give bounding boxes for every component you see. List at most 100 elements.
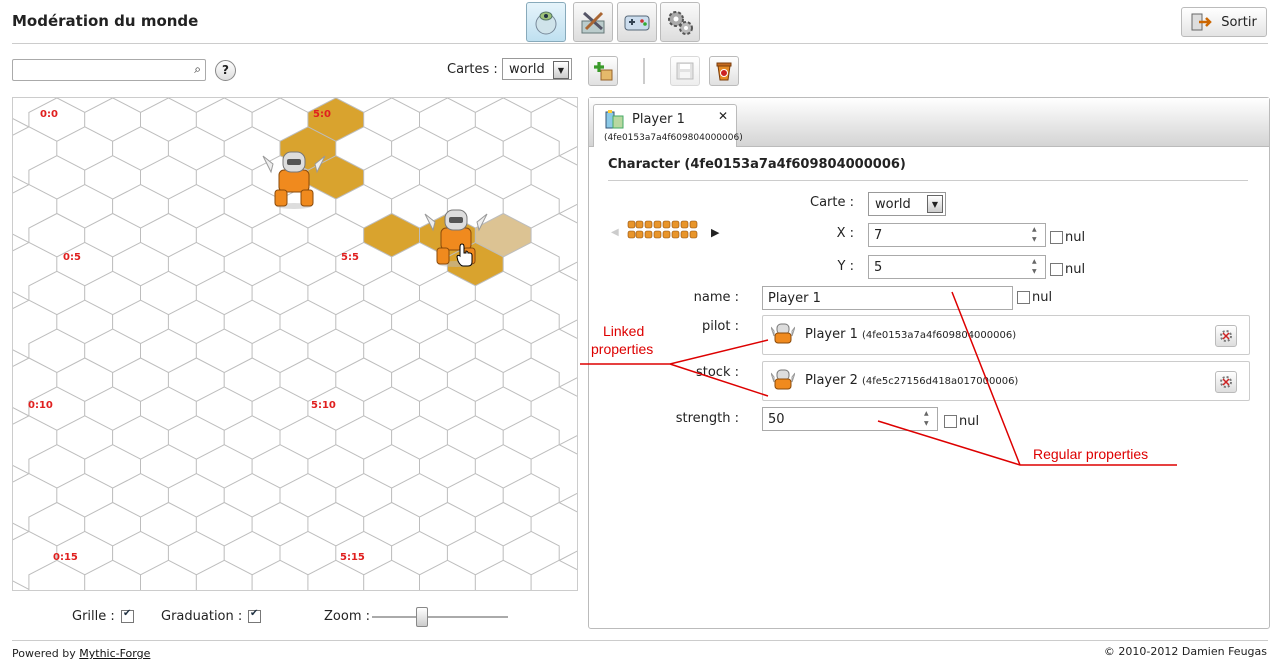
stock-linked-item[interactable]: Player 2 (4fe5c27156d418a017000006) bbox=[762, 361, 1250, 401]
logout-button[interactable]: Sortir bbox=[1181, 7, 1267, 37]
map-coord-label: 5:15 bbox=[340, 552, 365, 563]
map-field-label: Carte : bbox=[810, 195, 854, 210]
footer-divider bbox=[12, 640, 1268, 641]
name-null-checkbox[interactable] bbox=[1017, 291, 1030, 304]
map-coord-label: 5:5 bbox=[341, 252, 359, 263]
chevron-down-icon[interactable]: ▼ bbox=[927, 195, 943, 213]
map-coord-label: 0:15 bbox=[53, 552, 78, 563]
zoom-label: Zoom : bbox=[324, 609, 370, 624]
settings-tab-button[interactable] bbox=[660, 2, 700, 42]
strength-null-label: nul bbox=[959, 414, 980, 429]
y-null-checkbox[interactable] bbox=[1050, 263, 1063, 276]
copyright: © 2010-2012 Damien Feugas bbox=[1103, 645, 1267, 658]
map-coord-label: 5:0 bbox=[313, 109, 331, 120]
stock-field-label: stock : bbox=[695, 365, 739, 380]
search-input[interactable] bbox=[16, 60, 184, 78]
strength-input[interactable]: 50 ▲ ▼ bbox=[762, 407, 938, 431]
tab-subtitle: (4fe0153a7a4f609804000006) bbox=[604, 133, 743, 143]
map-coord-label: 5:10 bbox=[311, 400, 336, 411]
builder-icon bbox=[581, 11, 605, 34]
graduation-label: Graduation : bbox=[161, 609, 243, 624]
maps-select-value: world bbox=[509, 61, 545, 77]
grid-label: Grille : bbox=[72, 609, 115, 624]
strength-stepper[interactable]: ▲ ▼ bbox=[924, 410, 935, 428]
x-null-checkbox[interactable] bbox=[1050, 231, 1063, 244]
settings-icon bbox=[668, 11, 693, 35]
unlink-icon bbox=[1220, 330, 1232, 342]
x-field-label: X : bbox=[836, 226, 854, 241]
logout-label: Sortir bbox=[1221, 14, 1257, 30]
zoom-slider-track[interactable] bbox=[372, 616, 508, 618]
y-field-label: Y : bbox=[837, 259, 854, 274]
x-input-value: 7 bbox=[874, 227, 883, 243]
moderation-tab-button[interactable] bbox=[526, 2, 566, 42]
linked-properties-annotation: Linked bbox=[603, 323, 645, 339]
tab-player-1[interactable]: Player 1 (4fe0153a7a4f609804000006) ✕ bbox=[593, 104, 743, 147]
character-type-icon bbox=[605, 110, 624, 129]
character-avatar-icon bbox=[771, 323, 795, 344]
map-coord-label: 0:5 bbox=[63, 252, 81, 263]
detail-panel: Player 1 (4fe0153a7a4f609804000006) ✕ Ch… bbox=[588, 97, 1270, 629]
chevron-down-icon[interactable]: ▼ bbox=[553, 61, 569, 79]
pilot-linked-item[interactable]: Player 1 (4fe0153a7a4f609804000006) bbox=[762, 315, 1250, 355]
trash-icon bbox=[716, 62, 732, 81]
linked-properties-annotation-line2: properties bbox=[591, 341, 654, 357]
previous-sprite-icon[interactable]: ◀ bbox=[611, 227, 619, 238]
name-input-value: Player 1 bbox=[768, 290, 821, 306]
tab-title: Player 1 bbox=[632, 112, 685, 127]
zoom-slider-handle[interactable] bbox=[416, 607, 429, 627]
stock-linked-name: Player 2 (4fe5c27156d418a017000006) bbox=[805, 373, 1019, 388]
tab-bar: Player 1 (4fe0153a7a4f609804000006) ✕ bbox=[589, 98, 1269, 147]
moderation-icon bbox=[535, 11, 557, 35]
maps-select[interactable]: world ▼ bbox=[502, 58, 572, 80]
strength-input-value: 50 bbox=[768, 411, 785, 427]
save-button[interactable] bbox=[670, 56, 700, 86]
graduation-checkbox[interactable] bbox=[248, 608, 261, 623]
x-stepper[interactable]: ▲ ▼ bbox=[1032, 226, 1043, 244]
close-icon[interactable]: ✕ bbox=[718, 109, 728, 123]
x-null-label: nul bbox=[1065, 230, 1086, 245]
y-null-label: nul bbox=[1065, 262, 1086, 277]
pilot-field-label: pilot : bbox=[701, 319, 739, 334]
map-field-value: world bbox=[875, 196, 911, 212]
hex-grid[interactable]: 0:0 5:0 0:5 5:5 0:10 5:10 0:15 5:15 bbox=[13, 98, 577, 590]
mythic-forge-link[interactable]: Mythic-Forge bbox=[79, 647, 150, 660]
game-tab-button[interactable] bbox=[617, 2, 657, 42]
strength-field-label: strength : bbox=[675, 411, 739, 426]
y-stepper[interactable]: ▲ ▼ bbox=[1032, 258, 1043, 276]
search-icon[interactable]: ⌕ bbox=[194, 62, 201, 77]
details-heading: Character (4fe0153a7a4f609804000006) bbox=[608, 157, 906, 172]
maps-label: Cartes : bbox=[447, 62, 498, 77]
pilot-unlink-button[interactable] bbox=[1215, 325, 1237, 347]
search-field[interactable]: ⌕ bbox=[12, 59, 206, 81]
name-input[interactable]: Player 1 bbox=[762, 286, 1013, 310]
delete-button[interactable] bbox=[709, 56, 739, 86]
y-input[interactable]: 5 ▲ ▼ bbox=[868, 255, 1046, 279]
stock-unlink-button[interactable] bbox=[1215, 371, 1237, 393]
game-icon bbox=[624, 15, 650, 31]
hex-map[interactable]: 0:0 5:0 0:5 5:5 0:10 5:10 0:15 5:15 bbox=[12, 97, 578, 591]
grid-checkbox[interactable] bbox=[121, 608, 134, 623]
map-coord-label: 0:10 bbox=[28, 400, 53, 411]
toolbar-separator bbox=[643, 58, 645, 84]
y-input-value: 5 bbox=[874, 259, 883, 275]
powered-by: Powered by Mythic-Forge bbox=[12, 647, 151, 660]
help-button[interactable]: ? bbox=[215, 60, 236, 81]
page-title: Modération du monde bbox=[12, 12, 199, 30]
add-icon bbox=[594, 62, 613, 81]
map-coord-label: 0:0 bbox=[40, 109, 58, 120]
header-divider bbox=[12, 43, 1268, 44]
next-sprite-icon[interactable]: ▶ bbox=[711, 226, 719, 239]
x-input[interactable]: 7 ▲ ▼ bbox=[868, 223, 1046, 247]
logout-icon bbox=[1191, 13, 1212, 31]
save-icon bbox=[676, 62, 694, 80]
add-button[interactable] bbox=[588, 56, 618, 86]
unlink-icon bbox=[1220, 376, 1232, 388]
regular-properties-annotation: Regular properties bbox=[1033, 446, 1149, 462]
name-field-label: name : bbox=[693, 290, 739, 305]
sprite-sheet-preview bbox=[627, 220, 698, 239]
character-avatar-icon bbox=[771, 369, 795, 390]
strength-null-checkbox[interactable] bbox=[944, 415, 957, 428]
map-field-select[interactable]: world ▼ bbox=[868, 192, 946, 216]
builder-tab-button[interactable] bbox=[573, 2, 613, 42]
